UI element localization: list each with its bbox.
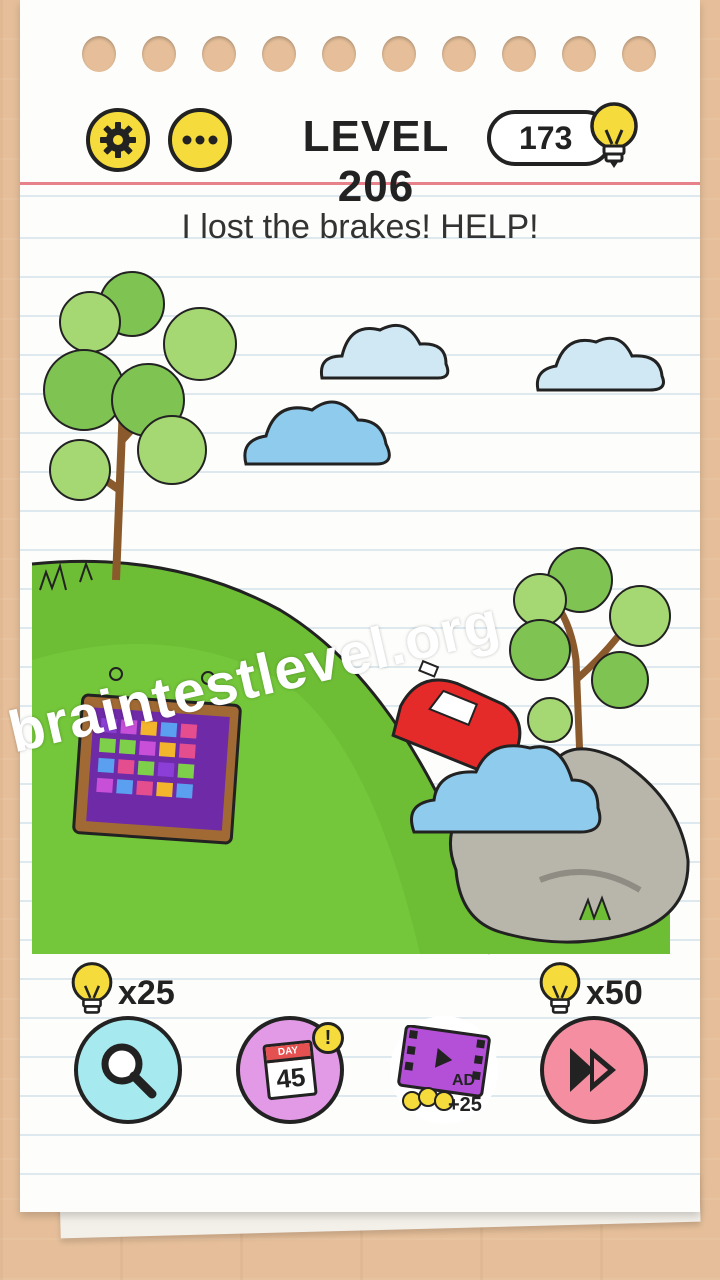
question-text: I lost the brakes! HELP! — [181, 208, 539, 246]
ad-label: AD — [452, 1072, 476, 1089]
menu-button[interactable] — [168, 108, 232, 172]
cloud[interactable] — [243, 400, 391, 466]
calendar-day: 45 — [274, 1061, 307, 1095]
binder-hole — [442, 36, 476, 72]
binder-hole — [202, 36, 236, 72]
cloud[interactable] — [535, 336, 665, 392]
lightbulb-icon — [539, 962, 581, 1014]
skip-level-button[interactable] — [540, 1016, 648, 1124]
search-button[interactable] — [74, 1016, 182, 1124]
binder-hole — [382, 36, 416, 72]
tree — [43, 271, 237, 581]
calendar-icon: DAY 45 — [262, 1039, 318, 1101]
binder-hole — [502, 36, 536, 72]
tool-bar: x25 DAY 45 ! AD +25 x50 — [20, 960, 700, 1124]
binder-hole — [562, 36, 596, 72]
level-title: LEVEL 206 — [302, 112, 450, 211]
gear-icon — [100, 122, 136, 158]
settings-button[interactable] — [86, 108, 150, 172]
binder-hole — [322, 36, 356, 72]
alert-badge: ! — [312, 1022, 344, 1054]
binder-hole — [622, 36, 656, 72]
search-cost: x25 — [118, 974, 175, 1012]
fast-forward-icon — [570, 1048, 616, 1092]
hint-count: 173 — [519, 119, 573, 156]
skip-cost: x50 — [586, 974, 643, 1012]
ad-reward: +25 — [448, 1094, 482, 1116]
lightbulb-icon — [590, 102, 638, 168]
lightbulb-icon — [71, 962, 113, 1014]
binder-hole — [142, 36, 176, 72]
binder-hole — [262, 36, 296, 72]
cloud[interactable] — [319, 323, 450, 380]
magnifier-icon — [101, 1043, 157, 1099]
more-dots-icon — [182, 135, 218, 145]
binder-hole — [82, 36, 116, 72]
